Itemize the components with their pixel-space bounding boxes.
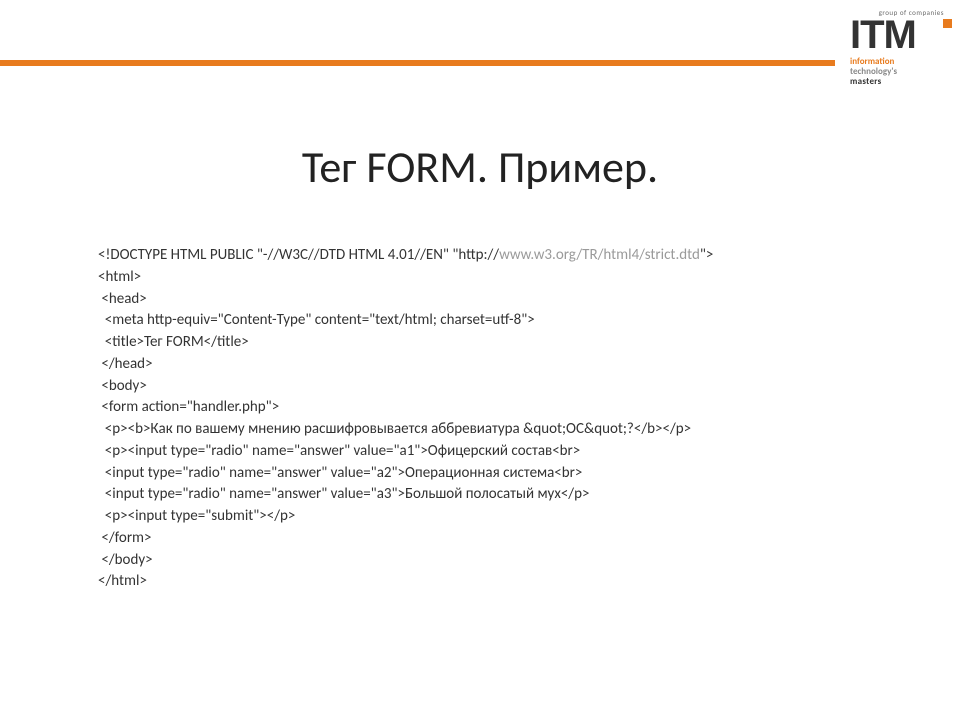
logo-brand: ITM (850, 15, 950, 55)
logo-subtitle: information technology's masters (850, 57, 950, 87)
logo-brand-text: ITM (850, 13, 916, 57)
logo: group of companies ITM information techn… (850, 8, 950, 87)
code-line: <title>Тег FORM</title> (98, 332, 898, 354)
code-line: <body> (98, 376, 898, 398)
code-line: <!DOCTYPE HTML PUBLIC "-//W3C//DTD HTML … (98, 245, 898, 267)
code-line: <html> (98, 267, 898, 289)
code-line: <meta http-equiv="Content-Type" content=… (98, 310, 898, 332)
code-block: <!DOCTYPE HTML PUBLIC "-//W3C//DTD HTML … (98, 245, 898, 593)
code-line: <p><input type="radio" name="answer" val… (98, 441, 898, 463)
code-line: <input type="radio" name="answer" value=… (98, 484, 898, 506)
code-line: </form> (98, 528, 898, 550)
header-accent-bar (0, 60, 835, 66)
code-line: <head> (98, 289, 898, 311)
code-line: <p><input type="submit"></p> (98, 506, 898, 528)
code-line: </body> (98, 550, 898, 572)
page-title: Тег FORM. Пример. (0, 140, 960, 194)
code-line: <p><b>Как по вашему мнению расшифровывае… (98, 419, 898, 441)
code-line: <form action="handler.php"> (98, 397, 898, 419)
logo-sub-line3: masters (850, 77, 950, 87)
logo-dot-icon (943, 19, 952, 28)
code-line: </html> (98, 571, 898, 593)
code-line: </head> (98, 354, 898, 376)
code-line: <input type="radio" name="answer" value=… (98, 463, 898, 485)
